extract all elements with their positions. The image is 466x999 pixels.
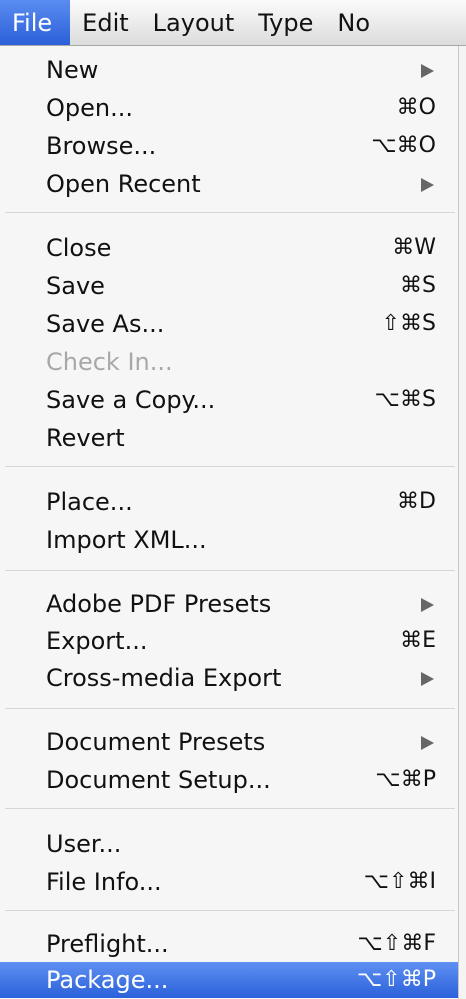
menubar-layout[interactable]: Layout	[141, 0, 247, 45]
menu-item-label: Export...	[46, 627, 148, 655]
menu-item-label: Import XML...	[46, 526, 207, 554]
menu-item-label: Check In...	[46, 348, 173, 376]
menu-item-place[interactable]: Place... ⌘D	[0, 484, 458, 520]
menu-item-document-setup[interactable]: Document Setup... ⌥⌘P	[0, 762, 458, 798]
menu-item-new[interactable]: New	[0, 52, 458, 88]
menu-item-label: File Info...	[46, 868, 162, 896]
menu-item-adobe-pdf-presets[interactable]: Adobe PDF Presets	[0, 586, 458, 622]
submenu-arrow-icon	[421, 672, 434, 686]
menu-item-shortcut: ⌥⌘O	[371, 133, 436, 158]
menu-item-save-as[interactable]: Save As... ⇧⌘S	[0, 306, 458, 342]
menu-item-open[interactable]: Open... ⌘O	[0, 90, 458, 126]
submenu-arrow-icon	[421, 64, 434, 78]
menu-item-browse[interactable]: Browse... ⌥⌘O	[0, 128, 458, 164]
menu-separator	[5, 570, 455, 571]
menu-item-user[interactable]: User...	[0, 826, 458, 862]
menu-item-cross-media-export[interactable]: Cross-media Export	[0, 660, 458, 696]
menu-item-save-a-copy[interactable]: Save a Copy... ⌥⌘S	[0, 382, 458, 418]
menu-item-label: Document Presets	[46, 728, 266, 756]
file-menu: New Open... ⌘O Browse... ⌥⌘O Open Recent…	[0, 46, 459, 999]
menu-separator	[5, 466, 455, 467]
menu-item-label: Save As...	[46, 310, 165, 338]
menu-item-label: Document Setup...	[46, 766, 271, 794]
menu-item-label: Save	[46, 272, 105, 300]
menu-item-shortcut: ⌘O	[396, 95, 436, 120]
menu-item-shortcut: ⌥⇧⌘I	[363, 869, 436, 894]
menu-item-close[interactable]: Close ⌘W	[0, 230, 458, 266]
menu-item-package[interactable]: Package... ⌥⇧⌘P	[0, 962, 458, 998]
menu-item-label: Preflight...	[46, 930, 169, 958]
menu-item-label: New	[46, 56, 99, 84]
menu-item-shortcut: ⇧⌘S	[381, 311, 436, 336]
menu-item-document-presets[interactable]: Document Presets	[0, 724, 458, 760]
menu-item-label: Open...	[46, 94, 133, 122]
menu-item-import-xml[interactable]: Import XML...	[0, 522, 458, 558]
menu-item-shortcut: ⌥⌘P	[375, 767, 436, 792]
menu-item-label: Adobe PDF Presets	[46, 590, 272, 618]
menubar-type[interactable]: Type	[246, 0, 325, 45]
menu-item-label: Revert	[46, 424, 125, 452]
menu-item-shortcut: ⌘W	[392, 235, 436, 260]
submenu-arrow-icon	[421, 598, 434, 612]
menu-separator	[5, 910, 455, 911]
menu-item-shortcut: ⌥⇧⌘P	[356, 967, 436, 992]
menu-item-label: Close	[46, 234, 112, 262]
menu-item-revert[interactable]: Revert	[0, 420, 458, 456]
menu-item-label: Place...	[46, 488, 133, 516]
menubar-edit[interactable]: Edit	[70, 0, 140, 45]
menu-separator	[5, 708, 455, 709]
menu-item-label: User...	[46, 830, 122, 858]
menu-item-open-recent[interactable]: Open Recent	[0, 166, 458, 202]
menu-item-save[interactable]: Save ⌘S	[0, 268, 458, 304]
menubar-notes[interactable]: No	[325, 0, 382, 45]
menu-item-shortcut: ⌥⌘S	[374, 387, 436, 412]
menu-item-preflight[interactable]: Preflight... ⌥⇧⌘F	[0, 926, 458, 962]
menubar-file[interactable]: File	[0, 0, 71, 45]
submenu-arrow-icon	[421, 178, 434, 192]
menu-separator	[5, 808, 455, 809]
menu-bar: File Edit Layout Type No	[0, 0, 466, 46]
menu-item-shortcut: ⌘E	[400, 628, 436, 653]
menu-item-label: Browse...	[46, 132, 157, 160]
menu-item-file-info[interactable]: File Info... ⌥⇧⌘I	[0, 864, 458, 900]
menu-item-label: Cross-media Export	[46, 664, 282, 692]
menu-item-export[interactable]: Export... ⌘E	[0, 623, 458, 659]
menu-item-check-in: Check In...	[0, 344, 458, 380]
menu-item-label: Open Recent	[46, 170, 201, 198]
menu-item-label: Package...	[46, 966, 169, 994]
menu-item-shortcut: ⌥⇧⌘F	[357, 931, 436, 956]
submenu-arrow-icon	[421, 736, 434, 750]
menu-item-label: Save a Copy...	[46, 386, 216, 414]
menu-item-shortcut: ⌘D	[397, 489, 436, 514]
menu-separator	[5, 212, 455, 213]
menu-item-shortcut: ⌘S	[400, 273, 436, 298]
